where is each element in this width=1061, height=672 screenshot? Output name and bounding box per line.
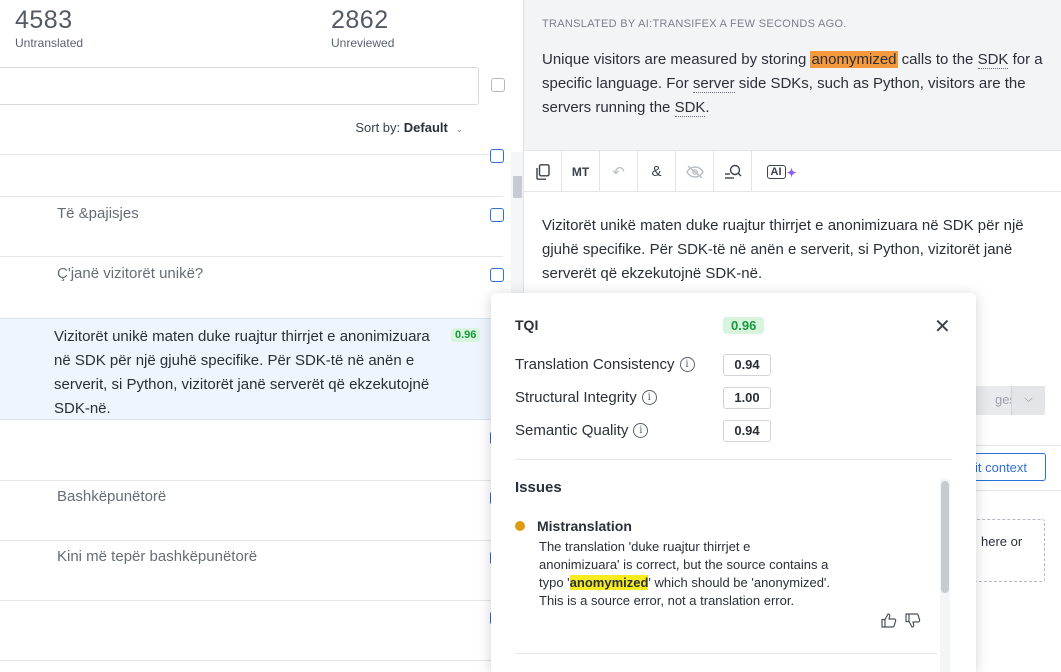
translation-meta: TRANSLATED BY AI:TRANSIFEX A FEW SECONDS… xyxy=(542,18,847,30)
stat-value: 4583 xyxy=(15,6,73,34)
metric-value: 0.94 xyxy=(723,354,771,376)
undo-icon: ↶ xyxy=(612,163,625,181)
metric-label: Structural Integrity xyxy=(515,389,637,406)
tqi-popup: TQI 0.96 ✕ Translation Consistency i 0.9… xyxy=(491,293,976,672)
eye-off-icon xyxy=(685,164,704,179)
editor-toolbar: MT ↶ & AI ✦ xyxy=(524,150,1061,192)
scrollbar-thumb[interactable] xyxy=(513,176,522,198)
ai-assist-button[interactable]: AI ✦ xyxy=(752,151,800,192)
list-item-source[interactable]: Bashkëpunëtorë xyxy=(57,488,166,505)
thumbs-up-icon[interactable] xyxy=(881,613,897,631)
list-item-selected[interactable]: Vizitorët unikë maten duke ruajtur thirr… xyxy=(0,318,503,420)
row-checkbox[interactable] xyxy=(490,268,504,282)
list-item-source[interactable]: Të &pajisjes xyxy=(57,205,139,222)
search-list-icon xyxy=(724,164,741,179)
row-checkbox[interactable] xyxy=(490,149,504,163)
stat-label: Unreviewed xyxy=(331,36,395,50)
toggle-visibility-button[interactable] xyxy=(676,151,714,192)
divider xyxy=(0,660,503,661)
highlighted-term: anomymized xyxy=(810,51,898,68)
save-options-dropdown[interactable]: ⌵ xyxy=(1011,386,1045,415)
translation-editor[interactable]: Vizitorët unikë maten duke ruajtur thirr… xyxy=(542,214,1047,286)
mt-label: MT xyxy=(571,164,590,179)
divider xyxy=(0,600,503,601)
divider xyxy=(0,256,503,257)
metric-label: Translation Consistency xyxy=(515,356,675,373)
special-characters-button[interactable]: & xyxy=(638,151,676,192)
glossary-term[interactable]: server xyxy=(692,75,735,93)
popup-title: TQI xyxy=(515,317,539,333)
stat-label: Untranslated xyxy=(15,36,84,50)
issue-title: Mistranslation xyxy=(537,518,632,534)
chevron-down-icon: ⌄ xyxy=(455,124,463,134)
divider xyxy=(0,540,503,541)
list-item-source[interactable]: Kini më tepër bashkëpunëtorë xyxy=(57,548,257,565)
info-icon[interactable]: i xyxy=(679,357,695,372)
thumbs-down-icon[interactable] xyxy=(905,613,921,631)
metric-semantic-quality: Semantic Quality i xyxy=(515,422,649,439)
source-text: Unique visitors are measured by storing … xyxy=(542,51,1043,117)
stat-unreviewed[interactable]: 2862 Unreviewed xyxy=(331,6,394,50)
tqi-score-badge[interactable]: 0.96 xyxy=(451,328,481,342)
issue-description: The translation 'duke ruajtur thirrjet e… xyxy=(539,539,831,608)
ai-icon: AI ✦ xyxy=(766,164,797,180)
severity-dot-icon xyxy=(515,521,525,531)
divider xyxy=(0,196,503,197)
info-icon[interactable]: i xyxy=(641,390,657,405)
string-list-pane: 4583 Untranslated 2862 Unreviewed Sort b… xyxy=(0,0,523,672)
stat-untranslated[interactable]: 4583 Untranslated xyxy=(15,6,83,50)
search-input[interactable] xyxy=(0,67,479,105)
highlighted-term: anomymized xyxy=(569,575,649,590)
close-icon[interactable]: ✕ xyxy=(934,314,951,339)
sort-dropdown[interactable]: Sort by: Default ⌄ xyxy=(355,120,463,135)
list-item-translation: Vizitorët unikë maten duke ruajtur thirr… xyxy=(54,328,430,417)
row-checkbox[interactable] xyxy=(490,208,504,222)
divider xyxy=(0,480,503,481)
machine-translation-button[interactable]: MT xyxy=(562,151,600,192)
ampersand-icon: & xyxy=(651,163,662,180)
metric-translation-consistency: Translation Consistency i xyxy=(515,356,695,373)
copy-icon xyxy=(535,163,550,180)
divider xyxy=(515,459,952,460)
sort-value: Default xyxy=(403,120,448,135)
stat-value: 2862 xyxy=(331,6,389,34)
tqi-score-badge: 0.96 xyxy=(723,317,765,334)
glossary-term[interactable]: SDK xyxy=(977,51,1009,69)
sort-label: Sort by: xyxy=(355,120,401,135)
metric-value: 1.00 xyxy=(723,387,771,409)
list-item-source[interactable]: Ç'janë vizitorët unikë? xyxy=(57,265,203,282)
issues-heading: Issues xyxy=(515,479,562,496)
search-tm-button[interactable] xyxy=(714,151,752,192)
select-all-checkbox[interactable] xyxy=(491,78,505,92)
divider xyxy=(515,653,937,654)
chevron-down-icon: ⌵ xyxy=(1024,393,1033,405)
info-icon[interactable]: i xyxy=(633,423,649,438)
undo-button[interactable]: ↶ xyxy=(600,151,638,192)
source-panel: TRANSLATED BY AI:TRANSIFEX A FEW SECONDS… xyxy=(524,0,1061,150)
metric-value: 0.94 xyxy=(723,420,771,442)
divider xyxy=(0,154,503,155)
glossary-term[interactable]: SDK xyxy=(674,99,706,117)
scrollbar-thumb[interactable] xyxy=(941,481,949,593)
sparkle-icon: ✦ xyxy=(786,165,797,180)
copy-source-button[interactable] xyxy=(524,151,562,192)
metric-structural-integrity: Structural Integrity i xyxy=(515,389,657,406)
metric-label: Semantic Quality xyxy=(515,422,629,439)
